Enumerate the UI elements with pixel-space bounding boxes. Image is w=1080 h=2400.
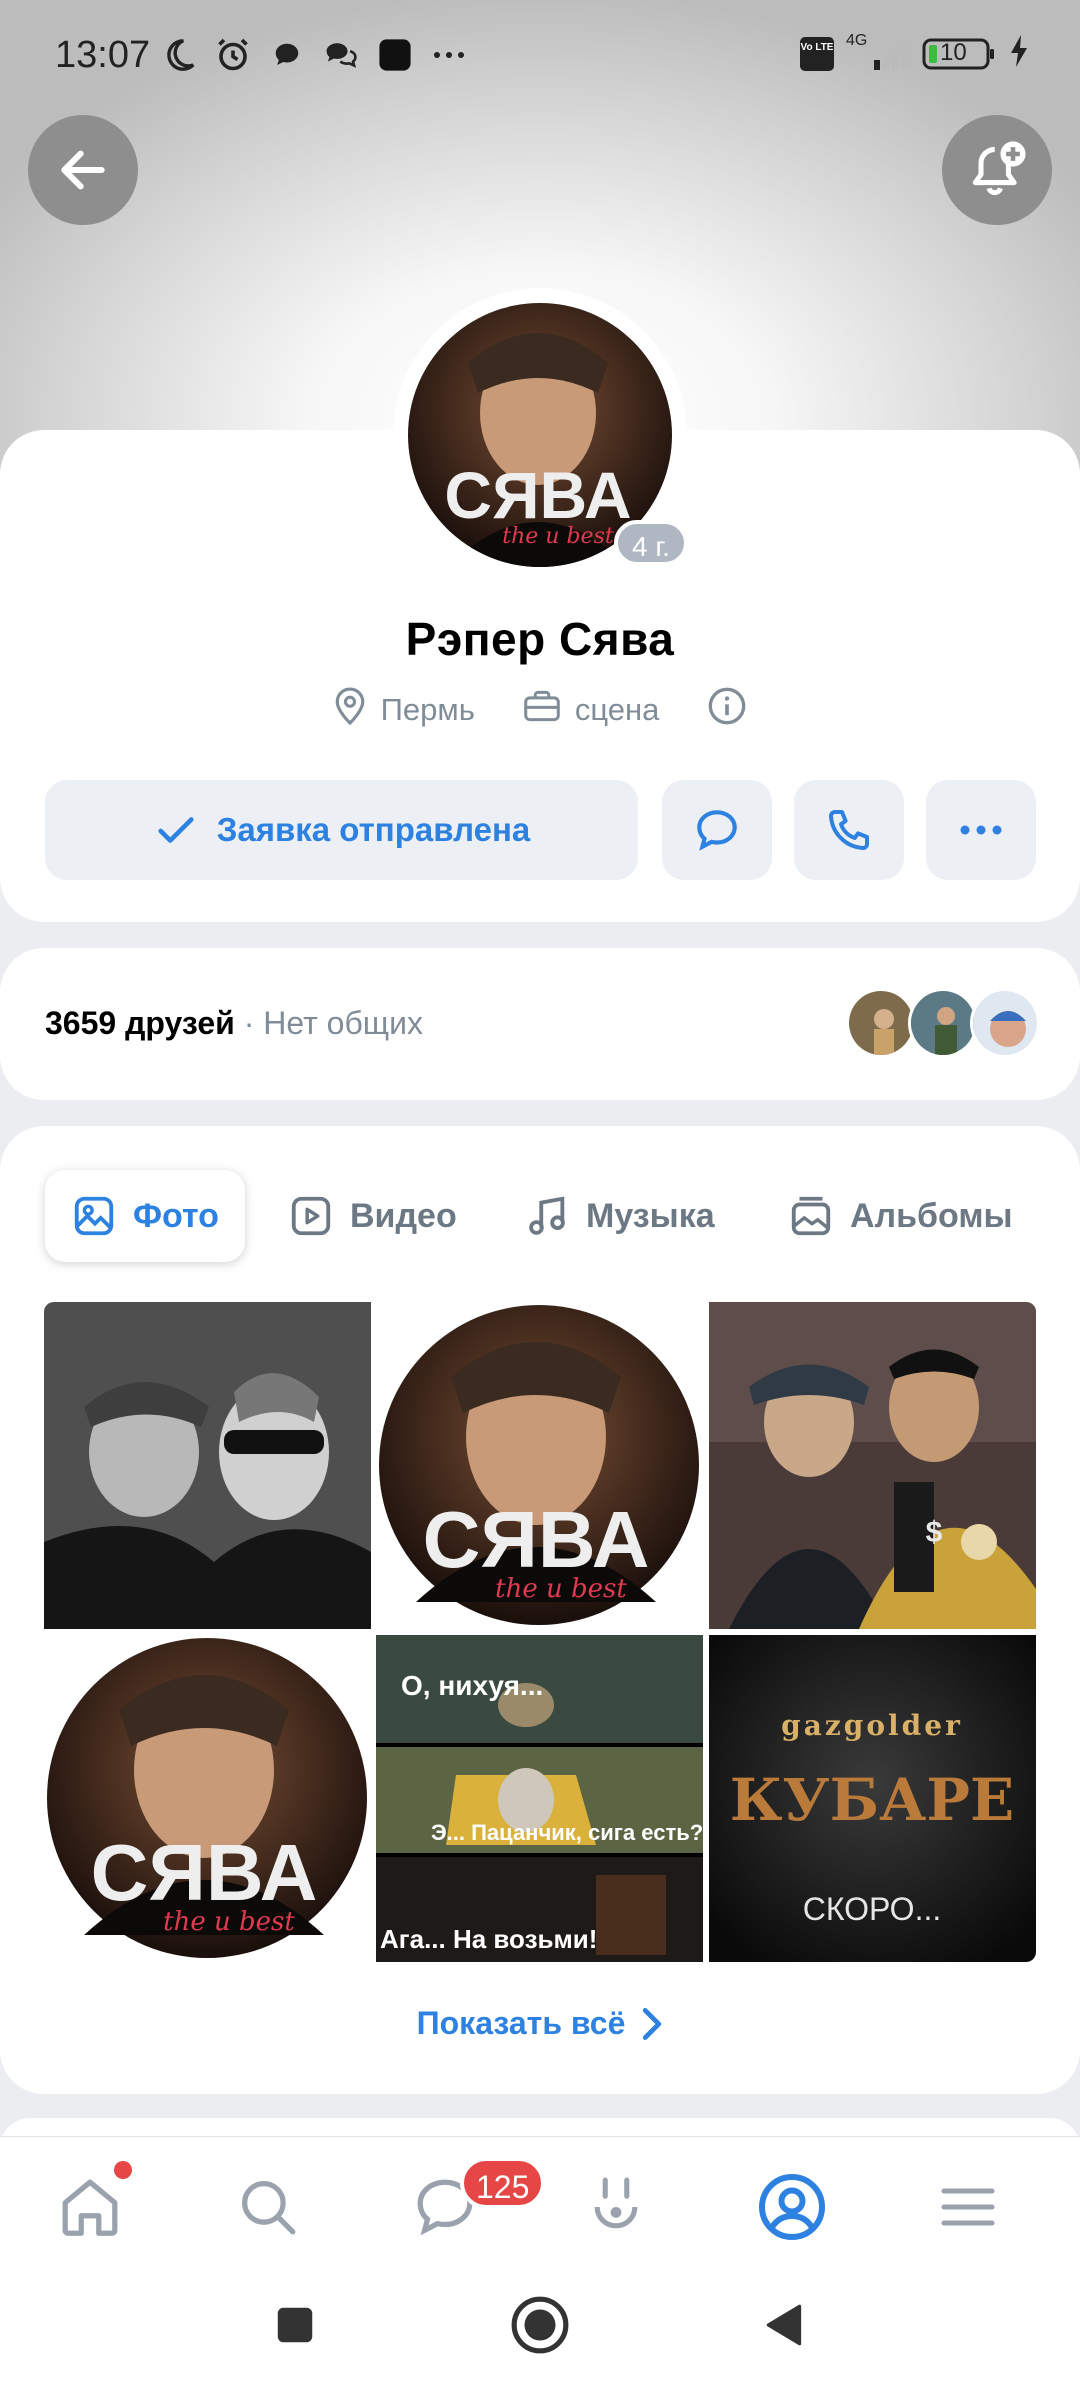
svg-text:СЯВА: СЯВА (423, 1495, 650, 1584)
nav-profile[interactable] (752, 2167, 832, 2247)
tab-photos[interactable]: Фото (45, 1170, 245, 1262)
triangle-back-icon (766, 2304, 802, 2346)
volte-icon: Vo LTE (800, 36, 834, 71)
profile-info-row: Пермь сцена (0, 686, 1080, 734)
signal-icon: 4G (846, 32, 910, 72)
mutual-friends: Нет общих (263, 1005, 423, 1041)
photo-thumbnail[interactable]: gazgolder КУБАРЕ СКОРО... (709, 1635, 1036, 1962)
tab-videos[interactable]: Видео (288, 1170, 457, 1262)
tab-albums-label: Альбомы (850, 1196, 1013, 1235)
hamburger-menu-icon (941, 2188, 995, 2226)
more-dots-icon (960, 825, 1002, 835)
nav-home[interactable] (50, 2161, 132, 2247)
app-square-icon (376, 36, 414, 74)
photo-thumbnail[interactable]: СЯВА the u best (376, 1302, 703, 1629)
albums-icon (791, 1196, 831, 1236)
bell-plus-icon (972, 141, 1026, 196)
tab-music[interactable]: Музыка (524, 1170, 715, 1262)
status-notification-icons (160, 36, 468, 74)
subscribe-notifications-button[interactable] (942, 115, 1052, 225)
square-icon (277, 2307, 313, 2343)
profile-name: Рэпер Сява (405, 613, 675, 665)
phone-icon (829, 810, 869, 850)
info-icon[interactable] (707, 686, 747, 734)
status-bar: 13:07 Vo LTE 4G 10 (0, 0, 1080, 110)
svg-text:СЯВА: СЯВА (91, 1828, 318, 1917)
svg-text:О, нихуя...: О, нихуя... (401, 1670, 543, 1701)
status-system-icons: Vo LTE 4G 10 (800, 32, 1030, 73)
message-button[interactable] (662, 780, 772, 880)
profile-work: сцена (574, 692, 660, 727)
svg-text:КУБАРЕ: КУБАРЕ (730, 1766, 1014, 1834)
more-notifications-icon (430, 36, 468, 74)
home-icon (62, 2179, 118, 2236)
svg-text:СКОРО...: СКОРО... (803, 1891, 941, 1927)
svg-text:Э... Пацанчик, сига есть?: Э... Пацанчик, сига есть? (431, 1820, 703, 1845)
nav-search[interactable] (228, 2167, 308, 2247)
svg-text:the u best: the u best (163, 1907, 295, 1937)
checkmark-icon (158, 817, 194, 843)
more-actions-button[interactable] (926, 780, 1036, 880)
photo-icon (74, 1196, 114, 1236)
photo-thumbnail[interactable]: СЯВА the u best (44, 1635, 371, 1962)
system-recents-button[interactable] (260, 2290, 330, 2360)
svg-text:Ага... На возьми!: Ага... На возьми! (380, 1924, 597, 1954)
bottom-navigation: 125 (0, 2136, 1080, 2400)
clips-icon (594, 2177, 638, 2229)
tab-music-label: Музыка (586, 1196, 715, 1235)
video-icon (291, 1196, 331, 1236)
photo-thumbnail[interactable]: О, нихуя... Э... Пацанчик, сига есть? Аг… (376, 1635, 703, 1962)
messages-unread-badge: 125 (460, 2157, 546, 2209)
home-notification-dot (114, 2161, 132, 2179)
svg-text:the u best: the u best (502, 524, 614, 549)
chat-bubble-icon (268, 36, 306, 74)
friend-avatar[interactable] (846, 988, 916, 1058)
battery-level: 10 (940, 38, 967, 66)
friend-avatar[interactable] (908, 988, 978, 1058)
call-button[interactable] (794, 780, 904, 880)
music-note-icon (529, 1196, 565, 1235)
friends-count: 3659 друзей (45, 1005, 235, 1041)
alarm-icon (214, 36, 252, 74)
briefcase-icon (523, 689, 561, 731)
tab-photos-label: Фото (133, 1196, 219, 1235)
moon-icon (160, 36, 198, 74)
friend-request-sent-label: Заявка отправлена (216, 811, 531, 848)
search-icon (242, 2181, 296, 2235)
age-badge: 4 г. (614, 520, 688, 566)
photo-thumbnail[interactable]: $ (709, 1302, 1036, 1629)
photo-thumbnail[interactable] (44, 1302, 371, 1629)
tab-videos-label: Видео (350, 1196, 457, 1235)
friends-separator: · (234, 1005, 264, 1041)
location-icon (333, 686, 367, 734)
system-home-button[interactable] (505, 2290, 575, 2360)
status-time: 13:07 (55, 34, 151, 76)
friend-avatar[interactable] (970, 988, 1040, 1058)
chats-icon (322, 36, 360, 74)
charging-icon (1008, 34, 1030, 73)
arrow-left-icon (61, 150, 105, 190)
tab-albums[interactable]: Альбомы (788, 1170, 1013, 1262)
system-back-button[interactable] (750, 2290, 820, 2360)
svg-text:$: $ (926, 1516, 943, 1549)
nav-menu[interactable] (928, 2167, 1008, 2247)
svg-text:the u best: the u best (495, 1574, 627, 1604)
show-all-label: Показать всё (416, 2005, 626, 2041)
profile-icon (759, 2174, 825, 2240)
message-icon (697, 810, 737, 851)
profile-city: Пермь (380, 692, 475, 727)
friends-summary[interactable]: 3659 друзей · Нет общих (45, 1005, 423, 1042)
show-all-photos-link[interactable]: Показать всё (0, 2005, 1080, 2042)
svg-text:gazgolder: gazgolder (781, 1709, 963, 1742)
svg-text:СЯВА: СЯВА (444, 458, 631, 532)
circle-home-icon (511, 2296, 569, 2354)
friend-request-sent-button[interactable]: Заявка отправлена (45, 780, 638, 880)
nav-clips[interactable] (576, 2167, 656, 2247)
battery-icon: 10 (922, 37, 996, 71)
chevron-right-icon (643, 2007, 662, 2040)
back-button[interactable] (28, 115, 138, 225)
